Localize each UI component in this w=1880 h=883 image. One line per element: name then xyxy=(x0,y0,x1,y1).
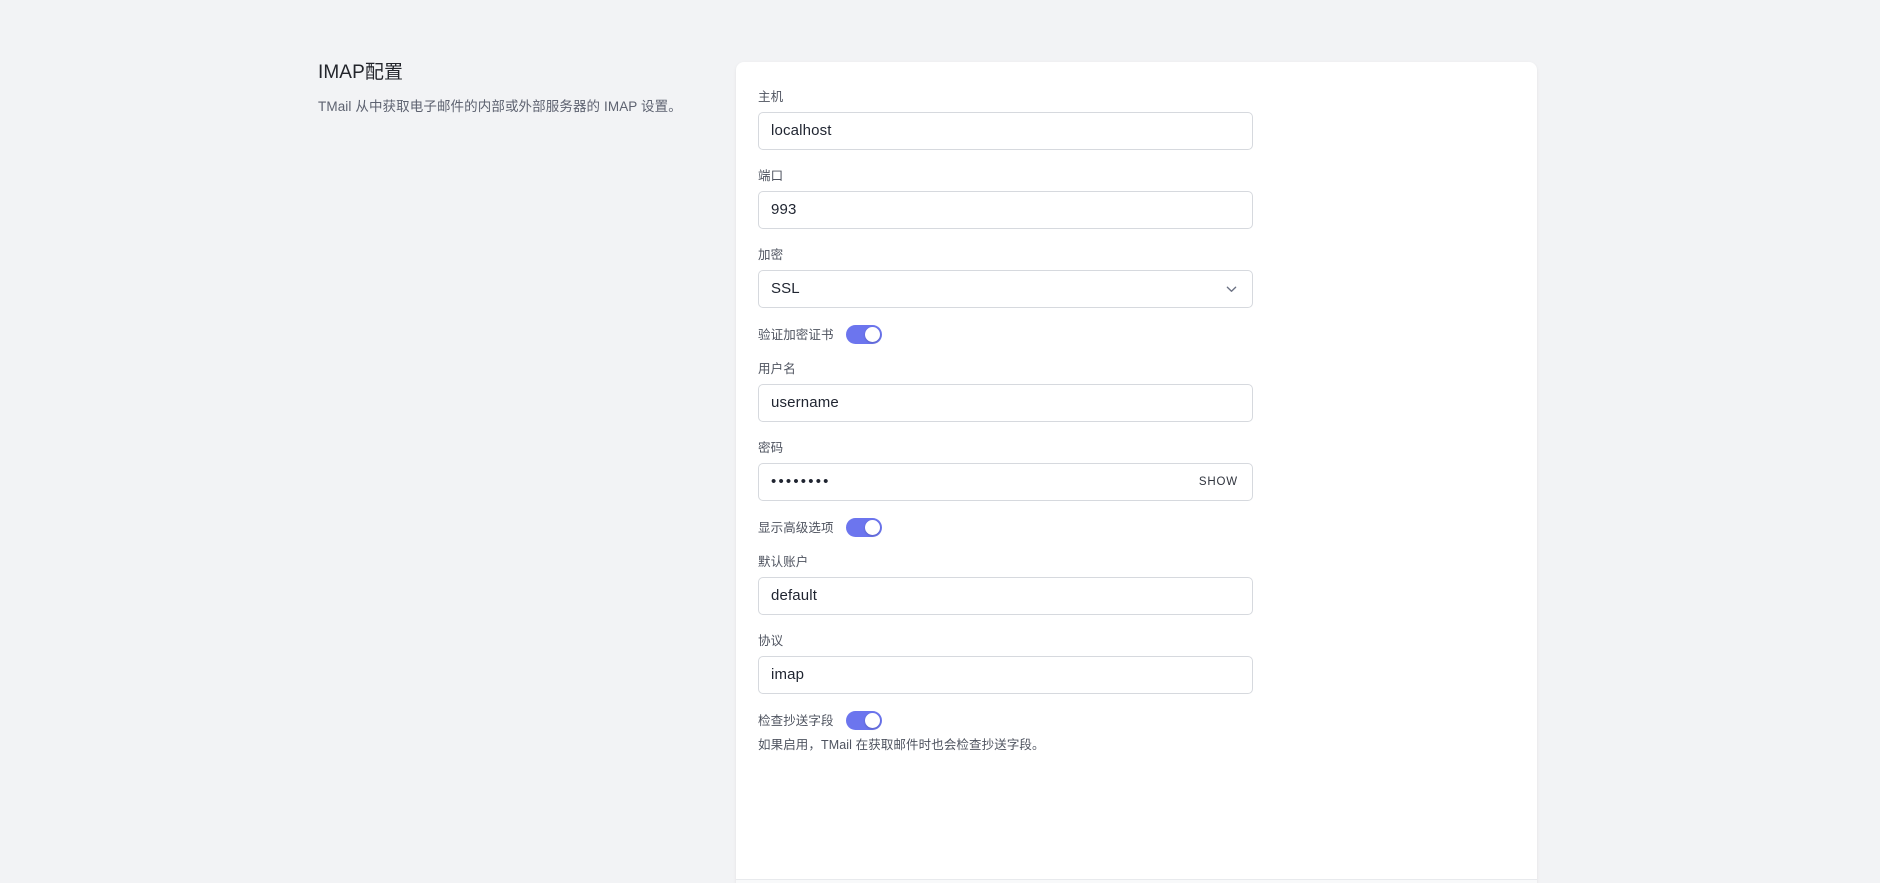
field-protocol: 协议 imap xyxy=(758,632,1515,694)
row-check-cc-field: 检查抄送字段 xyxy=(758,711,1515,730)
toggle-knob xyxy=(864,520,880,535)
check-cc-field-toggle[interactable] xyxy=(845,711,882,730)
field-password: 密码 •••••••• SHOW xyxy=(758,439,1515,501)
verify-certificate-toggle[interactable] xyxy=(845,325,882,344)
settings-page: IMAP配置 TMail 从中获取电子邮件的内部或外部服务器的 IMAP 设置。… xyxy=(0,0,1880,883)
host-input[interactable]: localhost xyxy=(758,112,1253,150)
username-input-value: username xyxy=(771,394,839,411)
field-port: 端口 993 xyxy=(758,167,1515,229)
host-input-value: localhost xyxy=(771,122,832,139)
protocol-input[interactable]: imap xyxy=(758,656,1253,694)
password-input-value: •••••••• xyxy=(771,473,831,490)
page-title: IMAP配置 xyxy=(318,62,404,83)
protocol-input-value: imap xyxy=(771,666,805,683)
port-label: 端口 xyxy=(758,169,784,183)
show-advanced-label: 显示高级选项 xyxy=(758,520,834,535)
protocol-label: 协议 xyxy=(758,634,784,648)
field-host: 主机 localhost xyxy=(758,88,1515,150)
username-input[interactable]: username xyxy=(758,384,1253,422)
check-cc-field-help: 如果启用，TMail 在获取邮件时也会检查抄送字段。 xyxy=(758,738,1045,752)
default-account-label: 默认账户 xyxy=(758,555,809,569)
encryption-select-value: SSL xyxy=(771,280,800,297)
encryption-select[interactable]: SSL xyxy=(758,270,1253,308)
port-input-value: 993 xyxy=(771,201,797,218)
toggle-knob xyxy=(864,713,880,728)
encryption-label: 加密 xyxy=(758,248,784,262)
host-label: 主机 xyxy=(758,90,784,104)
field-username: 用户名 username xyxy=(758,360,1515,422)
default-account-input[interactable]: default xyxy=(758,577,1253,615)
password-label: 密码 xyxy=(758,441,784,455)
password-input[interactable]: •••••••• SHOW xyxy=(758,463,1253,501)
check-cc-field-label: 检查抄送字段 xyxy=(758,713,834,728)
row-verify-certificate: 验证加密证书 xyxy=(758,325,1515,344)
field-encryption: 加密 SSL xyxy=(758,246,1515,308)
section-intro: IMAP配置 TMail 从中获取电子邮件的内部或外部服务器的 IMAP 设置。 xyxy=(318,60,708,117)
port-input[interactable]: 993 xyxy=(758,191,1253,229)
password-reveal-button[interactable]: SHOW xyxy=(1189,476,1252,488)
show-advanced-toggle[interactable] xyxy=(845,518,882,537)
imap-settings-card: 主机 localhost 端口 993 加密 SSL 验证加密证书 用户名 us… xyxy=(736,62,1537,883)
toggle-knob xyxy=(864,327,880,342)
card-footer-divider xyxy=(736,879,1537,883)
imap-settings-form: 主机 localhost 端口 993 加密 SSL 验证加密证书 用户名 us… xyxy=(736,62,1537,754)
section-description: TMail 从中获取电子邮件的内部或外部服务器的 IMAP 设置。 xyxy=(318,99,682,114)
field-default-account: 默认账户 default xyxy=(758,553,1515,615)
row-show-advanced: 显示高级选项 xyxy=(758,518,1515,537)
verify-certificate-label: 验证加密证书 xyxy=(758,327,834,342)
default-account-input-value: default xyxy=(771,587,818,604)
username-label: 用户名 xyxy=(758,362,796,376)
